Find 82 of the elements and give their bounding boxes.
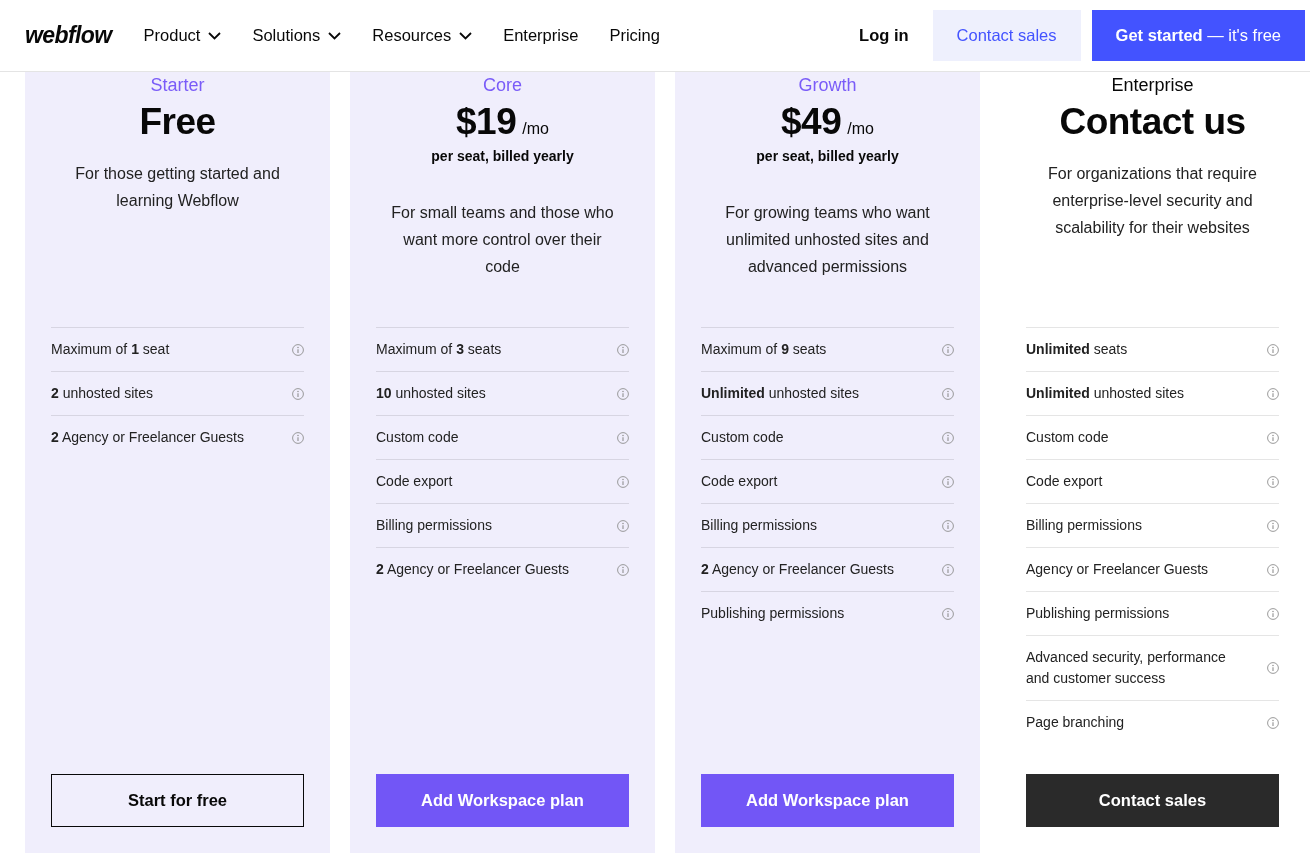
- info-icon[interactable]: [942, 343, 954, 356]
- chevron-down-icon: [208, 31, 222, 40]
- plan-price: $49: [781, 100, 842, 144]
- login-link[interactable]: Log in: [859, 23, 909, 48]
- feature-text: Publishing permissions: [1026, 604, 1170, 623]
- plan-button[interactable]: Contact sales: [1026, 774, 1279, 827]
- get-started-button[interactable]: Get started — it's free: [1091, 10, 1305, 61]
- plan-price: Free: [139, 100, 216, 144]
- info-icon[interactable]: [292, 387, 304, 400]
- info-icon[interactable]: [942, 519, 954, 532]
- plan-description: For those getting started and learning Webflow: [74, 164, 281, 211]
- feature-text: Maximum of 9 seats: [701, 340, 827, 359]
- feature-text: 2 Agency or Freelancer Guests: [51, 428, 244, 447]
- feature-text: 2 Agency or Freelancer Guests: [701, 560, 894, 579]
- info-icon[interactable]: [617, 431, 629, 444]
- nav-link[interactable]: Pricing: [609, 23, 660, 48]
- plan-description: For small teams and those who want more control over their code: [390, 203, 615, 277]
- feature-text: Unlimited unhosted sites: [701, 384, 859, 403]
- info-icon[interactable]: [617, 387, 629, 400]
- info-icon[interactable]: [617, 475, 629, 488]
- info-icon[interactable]: [617, 343, 629, 356]
- brand-logo[interactable]: webflow: [25, 24, 112, 47]
- feature-text: Custom code: [701, 428, 784, 447]
- feature-text: Custom code: [1026, 428, 1109, 447]
- feature-text: Billing permissions: [376, 516, 492, 535]
- feature-text: 2 Agency or Freelancer Guests: [376, 560, 569, 579]
- plan-name: Starter: [150, 74, 205, 96]
- plan-name: Enterprise: [1111, 74, 1194, 96]
- info-icon[interactable]: [942, 475, 954, 488]
- info-icon[interactable]: [942, 387, 954, 400]
- plan-button[interactable]: Add Workspace plan: [701, 774, 954, 827]
- feature-text: Agency or Freelancer Guests: [1026, 560, 1209, 579]
- info-icon[interactable]: [617, 563, 629, 576]
- price-note: per seat, billed yearly: [431, 147, 574, 166]
- info-icon[interactable]: [1267, 475, 1279, 488]
- info-icon[interactable]: [1267, 716, 1279, 729]
- nav-link[interactable]: Enterprise: [503, 23, 579, 48]
- plan-name: Core: [483, 74, 522, 96]
- chevron-down-icon: [459, 31, 473, 40]
- feature-text: Billing permissions: [701, 516, 817, 535]
- info-icon[interactable]: [617, 519, 629, 532]
- info-icon[interactable]: [942, 607, 954, 620]
- feature-text: Billing permissions: [1026, 516, 1142, 535]
- feature-text: Unlimited seats: [1026, 340, 1128, 359]
- plan-price: Contact us: [1059, 100, 1246, 144]
- nav-dropdown[interactable]: Solutions: [252, 23, 342, 48]
- feature-text: 10 unhosted sites: [376, 384, 486, 403]
- feature-text: 2 unhosted sites: [51, 384, 153, 403]
- plan-name: Growth: [798, 74, 857, 96]
- plan-button[interactable]: Add Workspace plan: [376, 774, 629, 827]
- price-period: /mo: [847, 119, 874, 139]
- feature-text: Custom code: [376, 428, 459, 447]
- info-icon[interactable]: [1267, 662, 1279, 674]
- info-icon[interactable]: [1267, 519, 1279, 532]
- plan-button[interactable]: Start for free: [51, 774, 304, 827]
- info-icon[interactable]: [1267, 431, 1279, 444]
- feature-text: Code export: [701, 472, 778, 491]
- price-period: /mo: [522, 119, 549, 139]
- nav-dropdown[interactable]: Resources: [372, 23, 473, 48]
- feature-text: Code export: [1026, 472, 1103, 491]
- info-icon[interactable]: [292, 431, 304, 444]
- info-icon[interactable]: [1267, 563, 1279, 576]
- info-icon[interactable]: [292, 343, 304, 356]
- feature-text: Code export: [376, 472, 453, 491]
- contact-sales-button[interactable]: Contact sales: [932, 10, 1081, 61]
- feature-text: Unlimited unhosted sites: [1026, 384, 1184, 403]
- feature-text: Page branching: [1026, 713, 1125, 732]
- feature-text: Maximum of 3 seats: [376, 340, 502, 359]
- plan-price: $19: [456, 100, 517, 144]
- plan-description: For organizations that require enterprise-level security and scalability for their websites: [1047, 164, 1258, 238]
- nav-dropdown[interactable]: Product: [143, 23, 222, 48]
- chevron-down-icon: [328, 31, 342, 40]
- plan-description: For growing teams who want unlimited unhosted sites and advanced permissions: [724, 203, 931, 277]
- info-icon[interactable]: [1267, 607, 1279, 620]
- info-icon[interactable]: [942, 431, 954, 444]
- price-note: per seat, billed yearly: [756, 147, 899, 166]
- info-icon[interactable]: [1267, 387, 1279, 400]
- feature-text: Publishing permissions: [701, 604, 845, 623]
- info-icon[interactable]: [942, 563, 954, 576]
- info-icon[interactable]: [1267, 343, 1279, 356]
- feature-text: Maximum of 1 seat: [51, 340, 170, 359]
- feature-text: Advanced security, performance and customer success: [1026, 648, 1227, 688]
